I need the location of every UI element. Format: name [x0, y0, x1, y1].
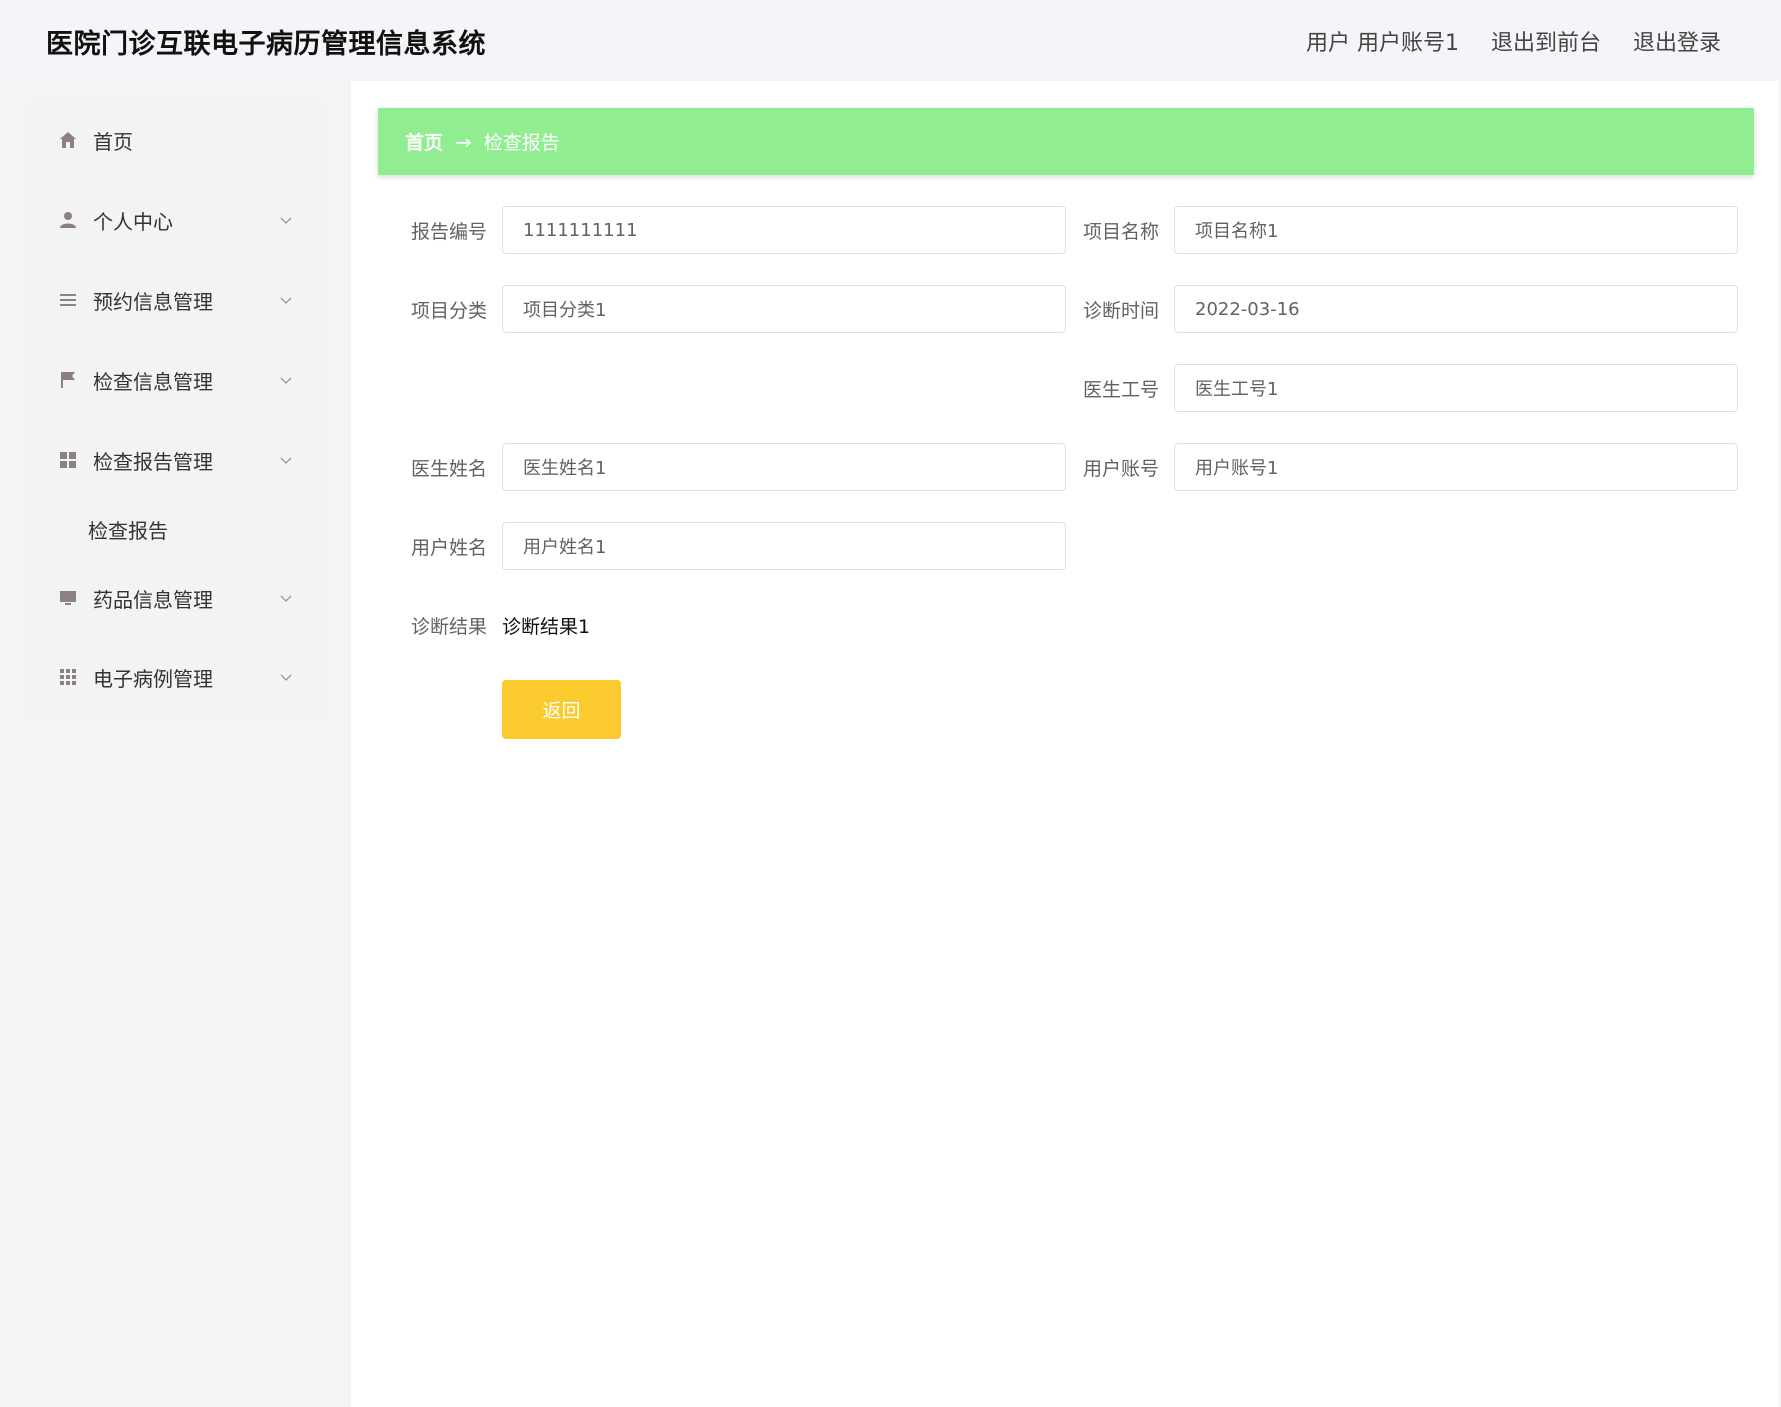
top-header: 医院门诊互联电子病历管理信息系统 用户 用户账号1 退出到前台 退出登录 [0, 0, 1781, 81]
diagnosis-result-value: 诊断结果1 [502, 616, 591, 638]
logout-link[interactable]: 退出登录 [1633, 25, 1721, 57]
doctor-name-label: 医生姓名 [410, 458, 487, 480]
sidebar-item-appointment[interactable]: 预约信息管理 [28, 270, 324, 330]
breadcrumb-separator: → [455, 129, 472, 154]
user-account-field[interactable] [1174, 443, 1738, 491]
sidebar-item-personal-center[interactable]: 个人中心 [28, 190, 324, 250]
sidebar-item-label: 个人中心 [93, 209, 173, 234]
home-icon [58, 130, 78, 150]
sidebar-item-home[interactable]: 首页 [28, 110, 324, 170]
user-name-label: 用户姓名 [410, 537, 487, 559]
grid-icon [58, 450, 78, 470]
doctor-id-field[interactable] [1174, 364, 1738, 412]
sidebar-item-label: 检查信息管理 [93, 369, 213, 394]
diagnosis-time-field[interactable] [1174, 285, 1738, 333]
project-name-label: 项目名称 [1082, 221, 1159, 243]
sidebar-item-label: 药品信息管理 [93, 587, 213, 612]
doctor-name-field[interactable] [502, 443, 1066, 491]
current-user-label: 用户 用户账号1 [1305, 31, 1459, 56]
sidebar-menu: 首页 个人中心 预约信息管理 检查信息管理 检查报告管理 检查报告 药品信息管理… [28, 100, 324, 720]
project-name-field[interactable] [1174, 206, 1738, 254]
main-content: 首页 → 检查报告 报告编号 项目名称 项目分类 诊断时间 医生工号 医生姓名 … [351, 81, 1779, 1407]
chevron-down-icon [280, 297, 292, 304]
project-category-field[interactable] [502, 285, 1066, 333]
sidebar-item-exam-info[interactable]: 检查信息管理 [28, 350, 324, 410]
report-no-label: 报告编号 [410, 221, 487, 243]
exit-to-front-link[interactable]: 退出到前台 [1491, 25, 1601, 57]
chevron-down-icon [280, 377, 292, 384]
breadcrumb-home-link[interactable]: 首页 [405, 128, 443, 155]
sidebar-item-medicine[interactable]: 药品信息管理 [28, 568, 324, 628]
app-title: 医院门诊互联电子病历管理信息系统 [46, 29, 486, 60]
breadcrumb: 首页 → 检查报告 [378, 108, 1754, 175]
diagnosis-result-label: 诊断结果 [410, 616, 487, 638]
report-no-field[interactable] [502, 206, 1066, 254]
user-name-field[interactable] [502, 522, 1066, 570]
back-button[interactable]: 返回 [502, 680, 621, 739]
breadcrumb-current: 检查报告 [483, 132, 560, 154]
chevron-down-icon [280, 457, 292, 464]
sidebar-item-exam-report[interactable]: 检查报告管理 [28, 430, 324, 490]
chevron-down-icon [280, 674, 292, 681]
header-actions: 用户 用户账号1 退出到前台 退出登录 [1306, 25, 1721, 57]
apps-icon [58, 667, 78, 687]
project-category-label: 项目分类 [410, 300, 487, 322]
sidebar-item-label: 首页 [93, 129, 133, 154]
monitor-icon [58, 588, 78, 608]
sidebar-item-label: 检查报告管理 [93, 449, 213, 474]
sidebar-subitem-exam-report[interactable]: 检查报告 [28, 501, 324, 557]
flag-icon [58, 370, 78, 390]
chevron-down-icon [280, 595, 292, 602]
chevron-down-icon [280, 217, 292, 224]
sidebar-item-emr[interactable]: 电子病例管理 [28, 647, 324, 707]
user-account-label: 用户账号 [1082, 458, 1159, 480]
doctor-id-label: 医生工号 [1082, 379, 1159, 401]
diagnosis-time-label: 诊断时间 [1082, 300, 1159, 322]
sidebar-subitem-label: 检查报告 [88, 518, 168, 543]
sidebar-item-label: 电子病例管理 [93, 666, 213, 691]
sidebar-item-label: 预约信息管理 [93, 289, 213, 314]
user-icon [58, 210, 78, 230]
list-icon [58, 290, 78, 310]
